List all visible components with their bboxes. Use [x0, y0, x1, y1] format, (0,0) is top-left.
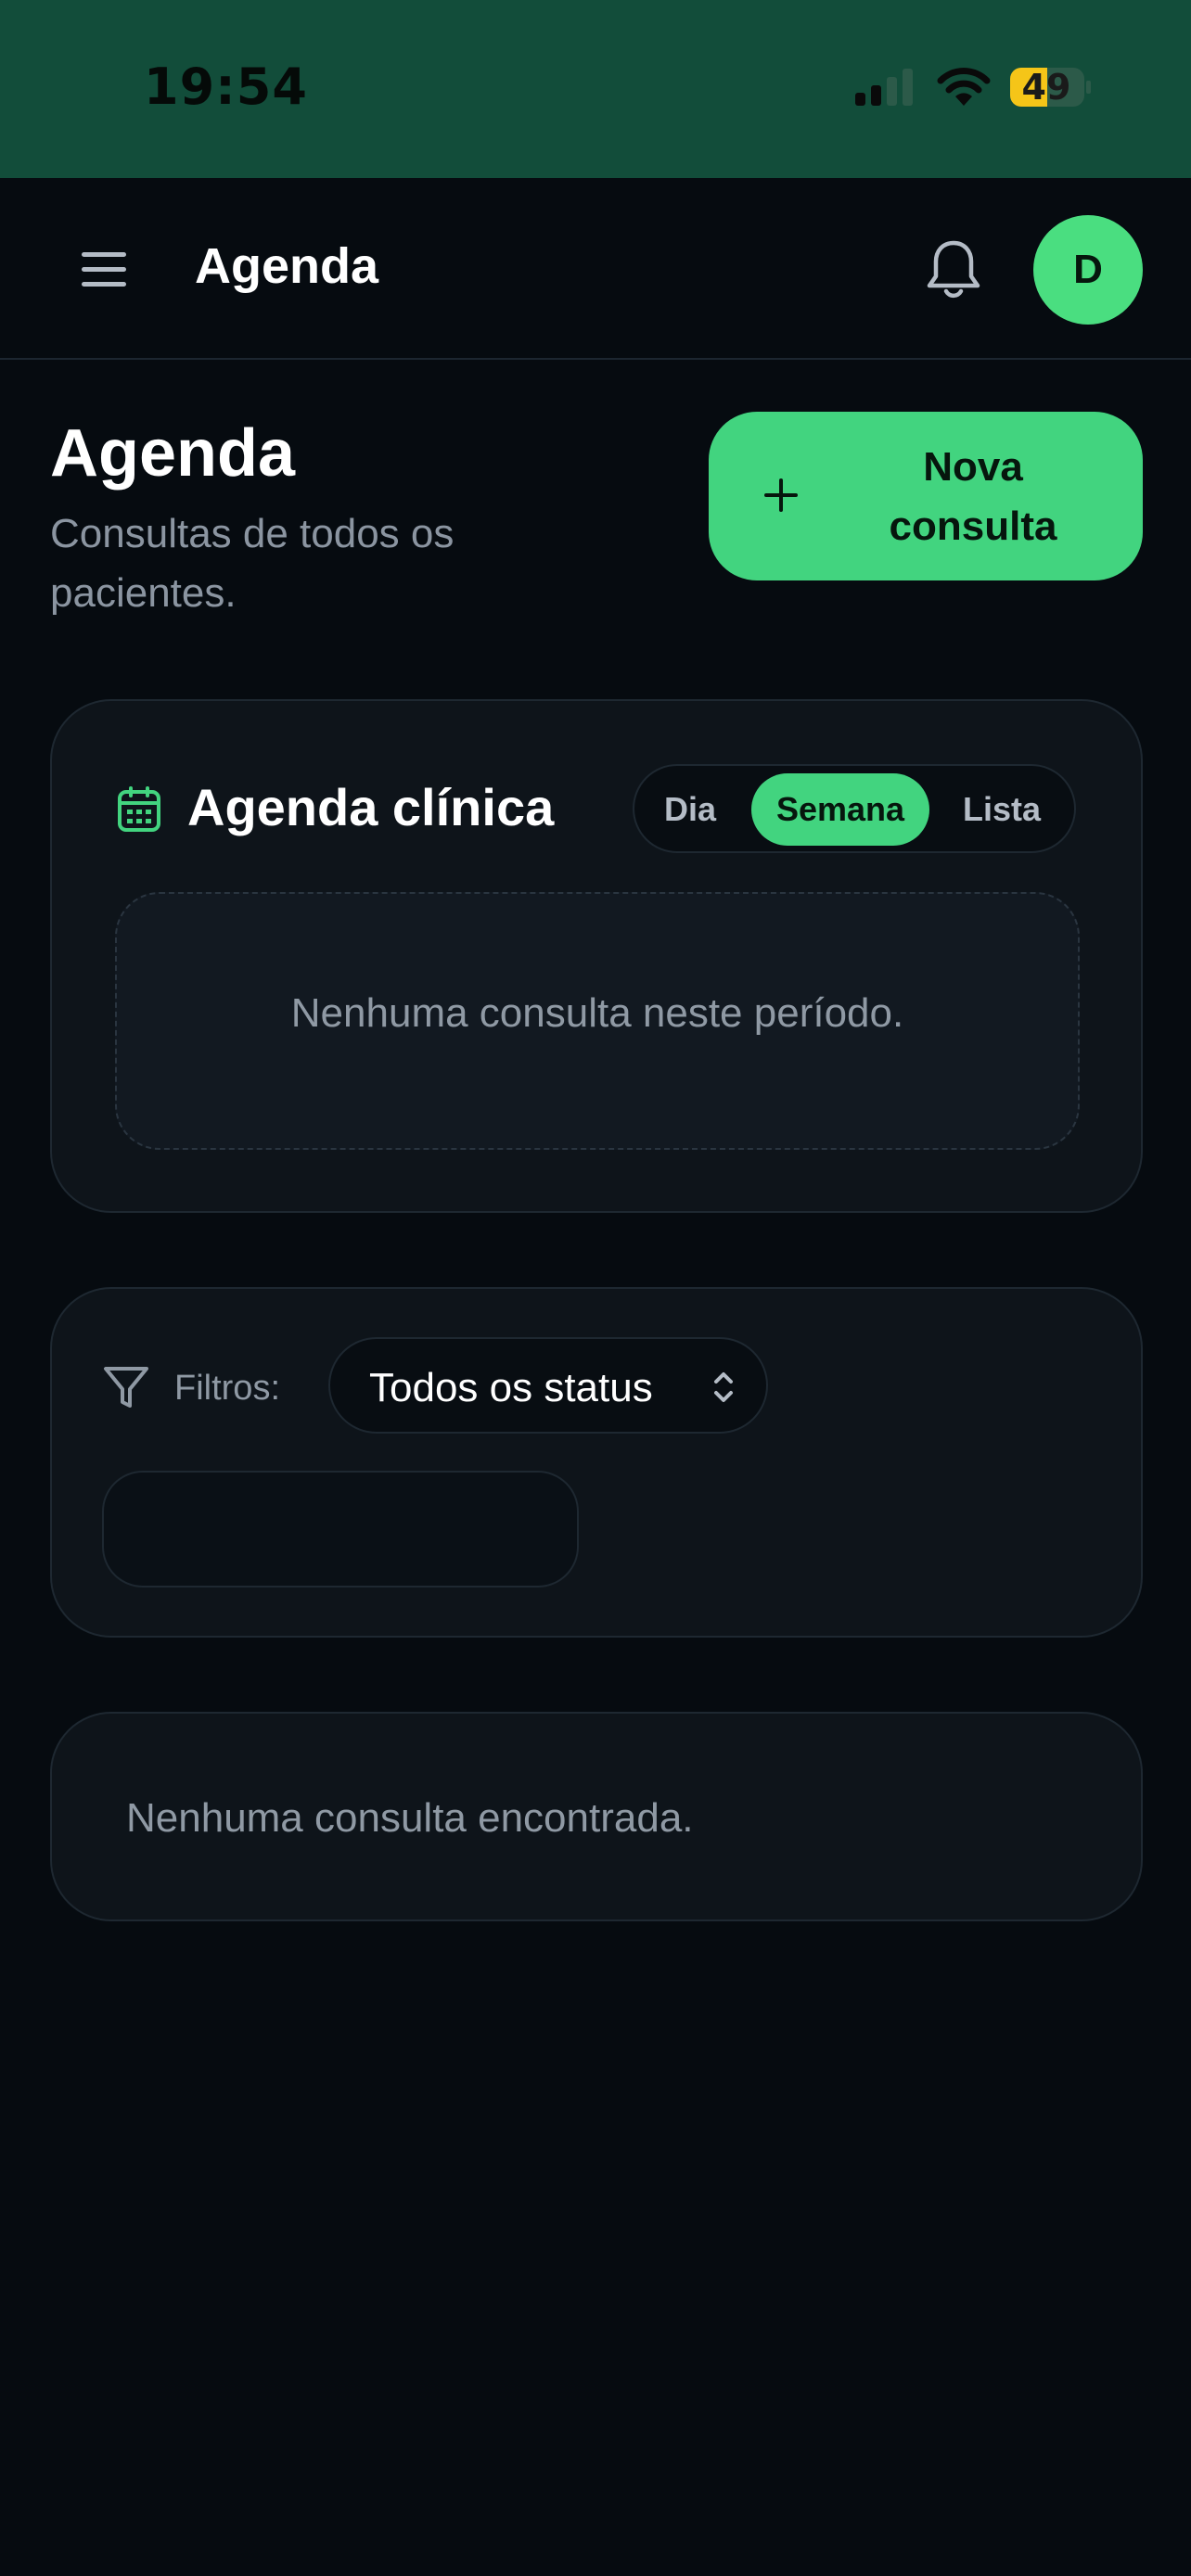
view-switcher: Dia Semana Lista [633, 764, 1076, 853]
page-title: Agenda [50, 416, 296, 491]
wifi-icon [937, 68, 991, 106]
avatar[interactable]: D [1033, 215, 1143, 325]
results-empty-text: Nenhuma consulta encontrada. [126, 1795, 694, 1841]
new-appointment-button[interactable]: Nova consulta [709, 412, 1143, 580]
filters-label: Filtros: [174, 1369, 280, 1408]
app-bar-title: Agenda [195, 238, 379, 294]
battery-level: 49 [1021, 67, 1071, 108]
calendar-empty-state: Nenhuma consulta neste período. [115, 892, 1080, 1150]
view-option-dia[interactable]: Dia [647, 773, 733, 846]
page-subtitle: Consultas de todos os pacientes. [50, 511, 455, 616]
menu-icon[interactable] [80, 245, 128, 293]
filters-card: Filtros: Todos os status [50, 1287, 1143, 1638]
view-option-semana[interactable]: Semana [751, 773, 929, 846]
new-appointment-label: Nova consulta [889, 444, 1057, 549]
date-filter-input[interactable] [102, 1471, 579, 1588]
plus-icon [764, 478, 798, 512]
view-option-lista[interactable]: Lista [941, 773, 1063, 846]
agenda-card: Agenda clínica Dia Semana Lista Nenhuma … [50, 699, 1143, 1213]
app-bar [0, 178, 1191, 360]
status-select-value: Todos os status [369, 1365, 653, 1410]
results-card: Nenhuma consulta encontrada. [50, 1712, 1143, 1921]
signal-icon [855, 69, 913, 106]
status-select[interactable]: Todos os status [328, 1337, 768, 1434]
filter-icon [104, 1367, 148, 1408]
calendar-empty-text: Nenhuma consulta neste período. [290, 990, 904, 1036]
calendar-icon [118, 786, 160, 832]
status-time: 19:54 [144, 57, 308, 116]
chevron-up-down-icon [714, 1372, 733, 1402]
bell-icon[interactable] [924, 237, 983, 300]
agenda-card-title: Agenda clínica [187, 778, 555, 836]
